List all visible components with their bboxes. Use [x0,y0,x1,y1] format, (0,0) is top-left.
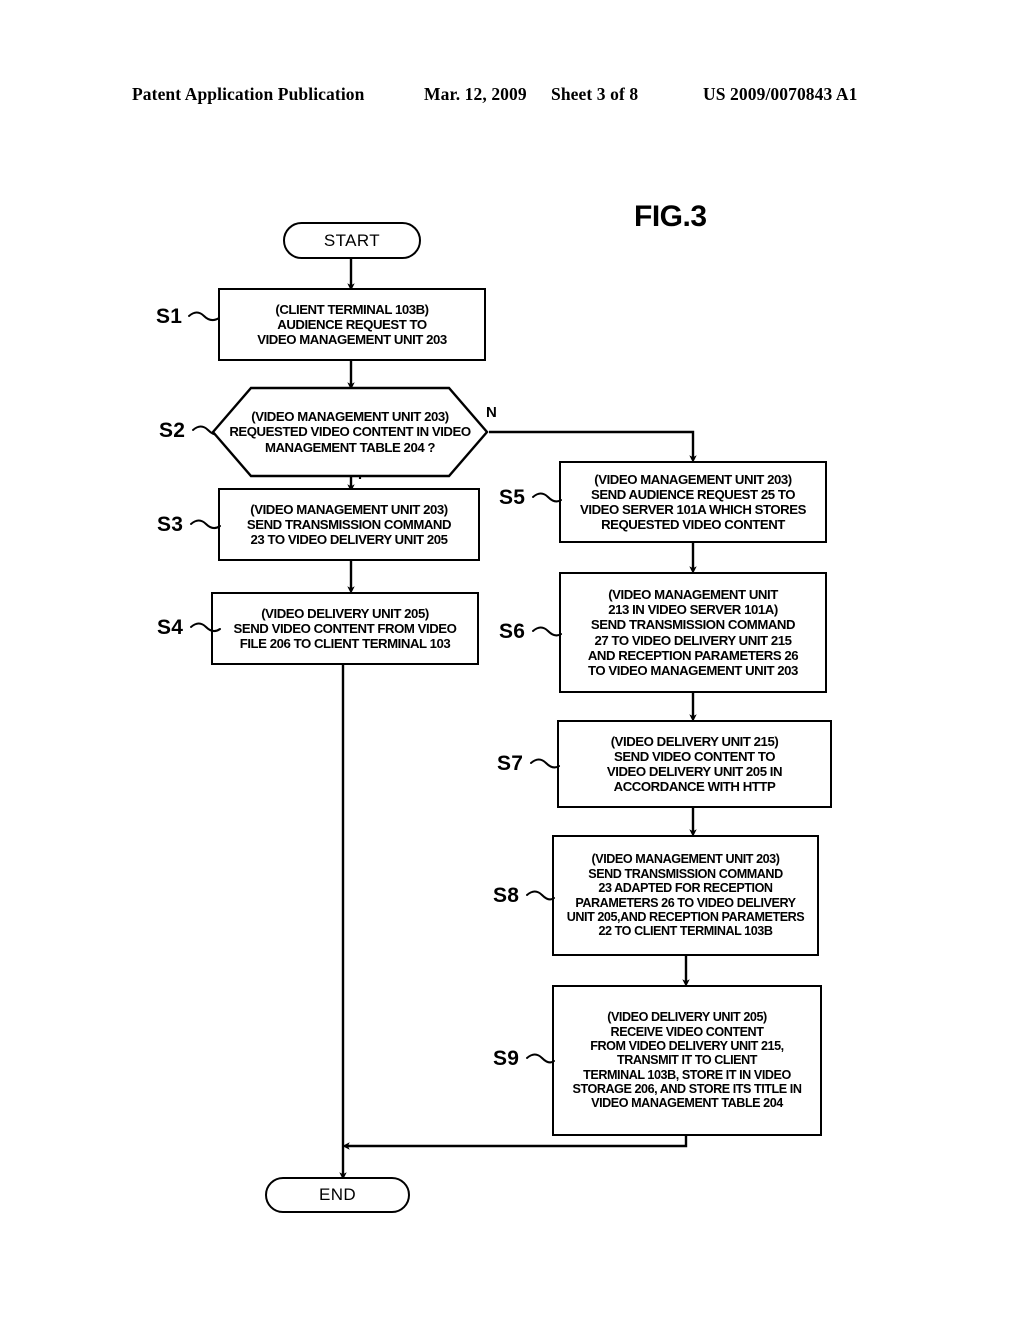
step-label-s6: S6 [499,620,526,643]
step-label-s8: S8 [493,884,520,907]
start-terminal: START [283,222,421,259]
s8-line-3: 23 ADAPTED FOR RECEPTION [598,881,773,896]
s2-line-1: (VIDEO MANAGEMENT UNIT 203) [251,409,449,425]
s3-line-2: SEND TRANSMISSION COMMAND [246,516,452,532]
s9-line-4: TRANSMIT IT TO CLIENT [616,1053,758,1068]
start-label: START [323,230,381,250]
step-label-s5: S5 [499,486,526,509]
s9-line-3: FROM VIDEO DELIVERY UNIT 215, [590,1038,784,1053]
step-label-s7: S7 [497,752,524,775]
s8-line-2: SEND TRANSMISSION COMMAND [588,866,783,881]
s8-line-1: (VIDEO MANAGEMENT UNIT 203) [591,852,780,867]
step-box-s3: (VIDEO MANAGEMENT UNIT 203) SEND TRANSMI… [218,488,480,561]
s1-line-3: VIDEO MANAGEMENT UNIT 203 [257,332,447,348]
s4-line-1: (VIDEO DELIVERY UNIT 205) [261,605,429,621]
s9-line-1: (VIDEO DELIVERY UNIT 205) [607,1010,767,1025]
step-box-s5: (VIDEO MANAGEMENT UNIT 203) SEND AUDIENC… [559,461,827,543]
s3-line-1: (VIDEO MANAGEMENT UNIT 203) [250,501,448,517]
step-decision-s2: (VIDEO MANAGEMENT UNIT 203) REQUESTED VI… [211,386,489,478]
s6-line-3: SEND TRANSMISSION COMMAND [590,617,796,633]
s1-line-1: (CLIENT TERMINAL 103B) [275,301,429,317]
s5-line-4: REQUESTED VIDEO CONTENT [601,517,785,533]
step-label-s2: S2 [159,419,186,442]
s5-line-3: VIDEO SERVER 101A WHICH STORES [580,502,806,517]
flowchart-connectors [339,258,697,1180]
end-terminal: END [265,1177,410,1213]
s8-line-5: UNIT 205,AND RECEPTION PARAMETERS [566,909,805,924]
step-box-s8: (VIDEO MANAGEMENT UNIT 203) SEND TRANSMI… [552,835,819,956]
step-box-s6: (VIDEO MANAGEMENT UNIT 213 IN VIDEO SERV… [559,572,827,693]
s6-line-1: (VIDEO MANAGEMENT UNIT [608,587,778,603]
s5-line-1: (VIDEO MANAGEMENT UNIT 203) [594,471,792,487]
s9-line-6: STORAGE 206, AND STORE ITS TITLE IN [572,1082,802,1097]
s9-line-2: RECEIVE VIDEO CONTENT [610,1024,764,1039]
s7-line-3: VIDEO DELIVERY UNIT 205 IN [606,764,783,779]
step-box-s7: (VIDEO DELIVERY UNIT 215) SEND VIDEO CON… [557,720,832,808]
s4-line-3: FILE 206 TO CLIENT TERMINAL 103 [239,636,451,652]
s6-line-6: TO VIDEO MANAGEMENT UNIT 203 [588,662,798,678]
s8-line-6: 22 TO CLIENT TERMINAL 103B [598,924,773,939]
s6-line-2: 213 IN VIDEO SERVER 101A) [608,602,778,618]
s8-line-4: PARAMETERS 26 TO VIDEO DELIVERY [575,895,796,910]
s7-line-4: ACCORDANCE WITH HTTP [613,779,776,795]
s4-line-2: SEND VIDEO CONTENT FROM VIDEO [233,620,457,636]
step-label-s4: S4 [157,616,184,639]
step-box-s9: (VIDEO DELIVERY UNIT 205) RECEIVE VIDEO … [552,985,822,1136]
step-label-s9: S9 [493,1047,520,1070]
s7-line-2: SEND VIDEO CONTENT TO [613,748,776,764]
step-label-s1: S1 [156,305,183,328]
step-box-s4: (VIDEO DELIVERY UNIT 205) SEND VIDEO CON… [211,592,479,665]
s6-line-4: 27 TO VIDEO DELIVERY UNIT 215 [594,632,792,648]
s9-line-5: TERMINAL 103B, STORE IT IN VIDEO [583,1067,791,1082]
end-label: END [318,1185,357,1205]
step-box-s1: (CLIENT TERMINAL 103B) AUDIENCE REQUEST … [218,288,486,361]
s6-line-5: AND RECEPTION PARAMETERS 26 [587,647,799,663]
s2-line-2: REQUESTED VIDEO CONTENT IN [229,424,429,440]
step-label-s3: S3 [157,513,184,536]
s3-line-3: 23 TO VIDEO DELIVERY UNIT 205 [250,532,448,548]
s5-line-2: SEND AUDIENCE REQUEST 25 TO [590,486,796,502]
s9-line-7: VIDEO MANAGEMENT TABLE 204 [591,1096,783,1111]
s1-line-2: AUDIENCE REQUEST TO [277,316,427,332]
s7-line-1: (VIDEO DELIVERY UNIT 215) [610,733,779,749]
